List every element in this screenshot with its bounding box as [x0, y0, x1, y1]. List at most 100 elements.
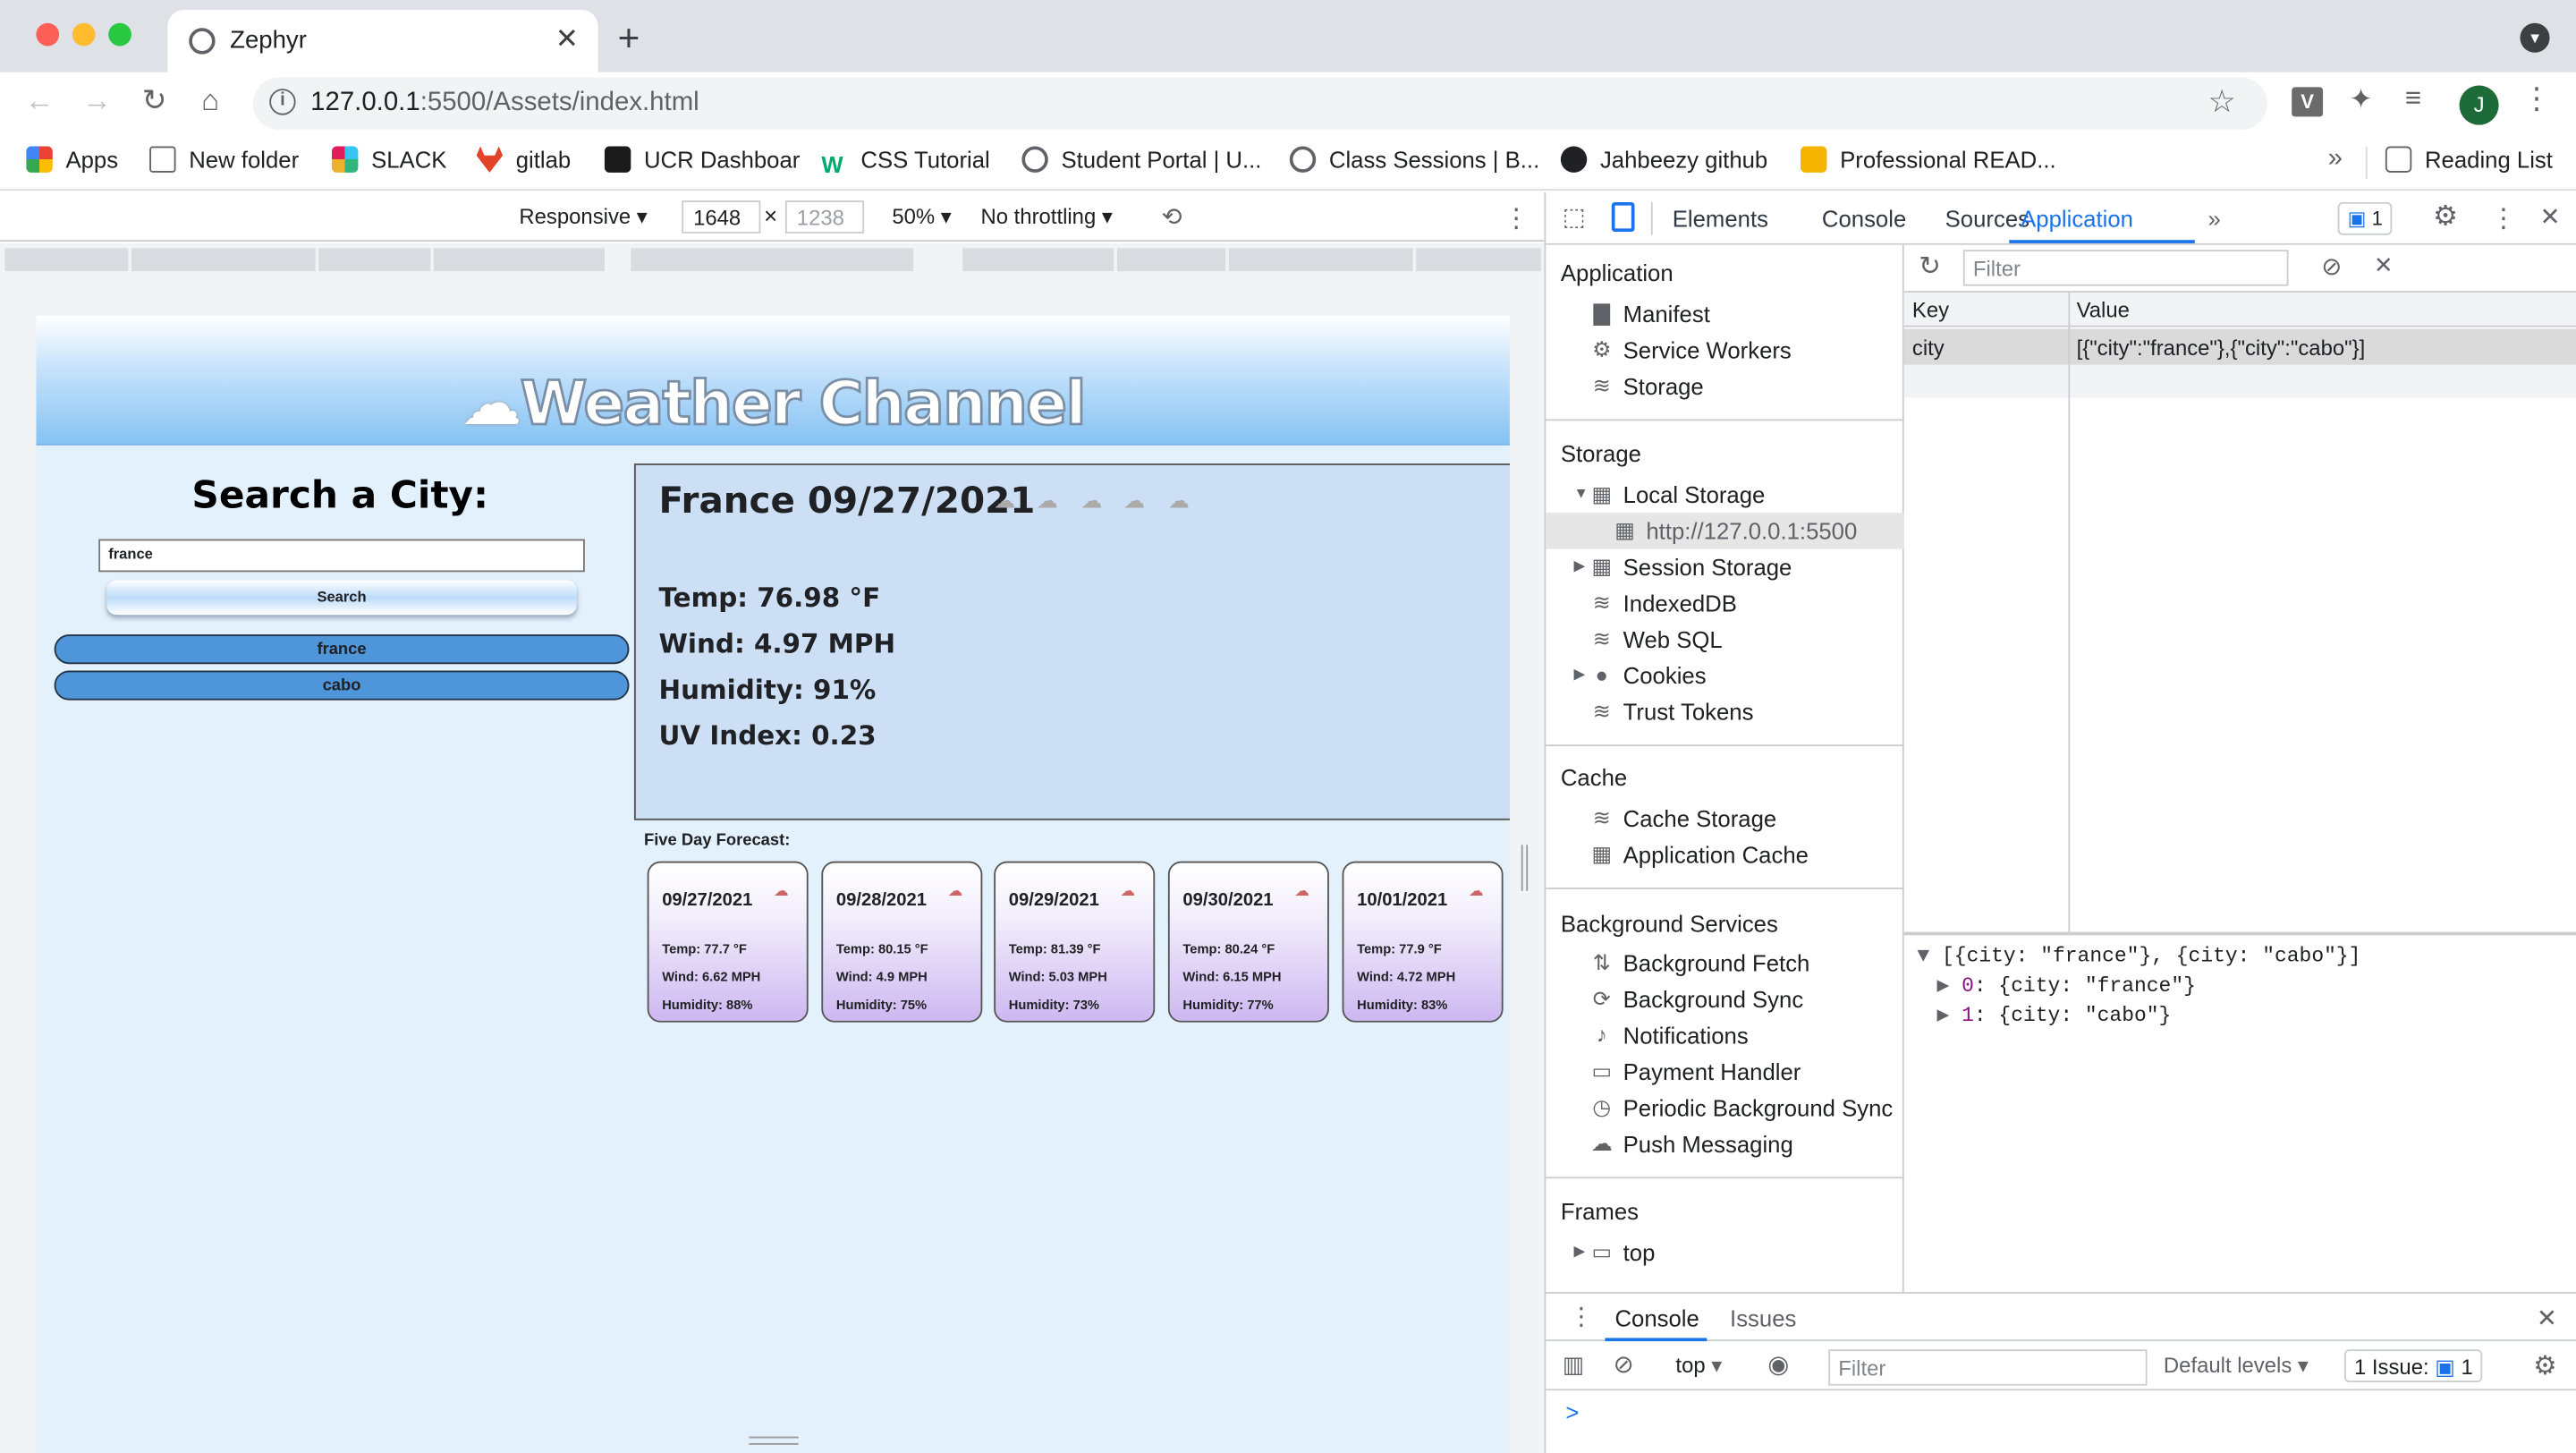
bookmark-student-portal[interactable]: Student Portal | U...: [1021, 146, 1261, 173]
zoom-select[interactable]: 50% ▾: [892, 204, 951, 230]
settings-gear-icon[interactable]: ⚙: [2433, 200, 2458, 234]
expanded-triangle-icon: ▼: [1917, 945, 1943, 969]
preview-item-1[interactable]: ▶ 1: {city: "cabo"}: [1917, 1001, 2360, 1027]
column-header-value[interactable]: Value: [2077, 298, 2130, 323]
sidebar-item-notifications[interactable]: ♪ Notifications: [1597, 1023, 1749, 1049]
sidebar-item-frame-top[interactable]: ▶ ▭ top: [1574, 1239, 1656, 1265]
console-filter-input[interactable]: Filter: [1828, 1349, 2148, 1386]
bookmark-new-folder[interactable]: New folder: [149, 146, 299, 173]
sidebar-item-indexeddb[interactable]: ≋ IndexedDB: [1593, 591, 1737, 616]
drawer-tab-console[interactable]: Console: [1614, 1305, 1699, 1331]
sidebar-item-application-cache[interactable]: ▦ Application Cache: [1591, 842, 1808, 868]
storage-filter-input[interactable]: Filter: [1962, 250, 2289, 286]
extensions-puzzle-icon[interactable]: ✦: [2349, 84, 2372, 117]
log-levels-select[interactable]: Default levels ▾: [2164, 1353, 2309, 1379]
profile-avatar[interactable]: J: [2459, 85, 2499, 125]
tab-elements[interactable]: Elements: [1673, 206, 1768, 232]
minimize-window-button[interactable]: [72, 22, 96, 47]
github-icon: [1560, 146, 1588, 173]
extension-v-icon[interactable]: V: [2292, 87, 2324, 117]
close-devtools-icon[interactable]: ✕: [2540, 202, 2561, 232]
preview-item-0[interactable]: ▶ 0: {city: "france"}: [1917, 972, 2360, 998]
sidebar-item-background-fetch[interactable]: ⇅ Background Fetch: [1593, 950, 1810, 976]
table-row[interactable]: city [{"city":"france"},{"city":"cabo"}]: [1903, 328, 2576, 365]
sidebar-item-trust-tokens[interactable]: ≋ Trust Tokens: [1593, 699, 1754, 725]
sidebar-item-session-storage[interactable]: ▶ ▦ Session Storage: [1574, 554, 1792, 580]
close-window-button[interactable]: [36, 22, 60, 47]
rotate-icon[interactable]: ⟲: [1162, 202, 1182, 232]
bookmark-github[interactable]: Jahbeezy github: [1560, 146, 1767, 173]
preview-summary[interactable]: ▼ [{city: "france"}, {city: "cabo"}]: [1917, 945, 2360, 968]
tab-console[interactable]: Console: [1822, 206, 1906, 232]
sidebar-item-local-origin[interactable]: ▦ http://127.0.0.1:5500: [1614, 518, 1857, 544]
bookmarks-overflow-icon[interactable]: »: [2328, 145, 2343, 174]
sidebar-item-cache-storage[interactable]: ≋ Cache Storage: [1593, 805, 1776, 831]
history-button-cabo[interactable]: cabo: [54, 670, 630, 701]
sidebar-item-web-sql[interactable]: ≋ Web SQL: [1593, 626, 1723, 652]
throttling-select[interactable]: No throttling ▾: [981, 204, 1113, 230]
home-icon[interactable]: ⌂: [192, 84, 228, 119]
bookmark-slack[interactable]: SLACK: [332, 146, 446, 173]
delete-selected-icon[interactable]: ✕: [2374, 251, 2394, 279]
site-info-icon[interactable]: i: [269, 89, 296, 115]
refresh-icon[interactable]: ↻: [1919, 250, 1941, 283]
sidebar-item-service-workers[interactable]: ⚙ Service Workers: [1592, 337, 1792, 363]
city-search-input[interactable]: france: [98, 539, 585, 573]
clear-console-icon[interactable]: ⊘: [1614, 1349, 1634, 1379]
devtools-menu-icon[interactable]: ⋮: [2490, 202, 2516, 235]
eye-icon[interactable]: ◉: [1767, 1349, 1789, 1379]
back-arrow-icon[interactable]: ←: [21, 84, 57, 119]
sidebar-item-cookies[interactable]: ▶ ● Cookies: [1574, 662, 1707, 688]
address-bar[interactable]: i 127.0.0.1:5500/Assets/index.html ☆: [252, 77, 2267, 131]
browser-tab[interactable]: Zephyr ✕: [167, 10, 598, 72]
console-prompt[interactable]: >: [1565, 1398, 1579, 1424]
viewport-bottom-resize-handle[interactable]: [749, 1436, 799, 1445]
bookmark-apps[interactable]: Apps: [26, 146, 118, 173]
viewport-height-input[interactable]: 1238: [784, 200, 865, 234]
tab-sources[interactable]: Sources: [1945, 206, 2029, 232]
viewport-resize-handle[interactable]: [1521, 845, 1529, 891]
sidebar-item-local-storage[interactable]: ▼ ▦ Local Storage: [1574, 481, 1766, 507]
bookmark-css-tutorial[interactable]: W CSS Tutorial: [821, 147, 989, 178]
tab-application[interactable]: Application: [2021, 206, 2133, 232]
bookmark-class-sessions[interactable]: Class Sessions | B...: [1289, 146, 1539, 173]
bookmark-star-icon[interactable]: ☆: [2208, 84, 2236, 122]
bookmark-ucr[interactable]: UCR Dashboar: [604, 146, 800, 173]
console-issues-badge[interactable]: 1 Issue: ▣ 1: [2343, 1349, 2483, 1383]
sidebar-item-background-sync[interactable]: ⟳ Background Sync: [1593, 986, 1803, 1012]
bookmark-readme[interactable]: Professional READ...: [1801, 146, 2056, 173]
chrome-menu-icon[interactable]: ⋮: [2521, 82, 2551, 117]
clear-all-icon[interactable]: ⊘: [2321, 251, 2342, 281]
search-button[interactable]: Search: [106, 580, 577, 616]
reload-icon[interactable]: ↻: [136, 84, 172, 119]
more-tabs-icon[interactable]: »: [2208, 206, 2221, 232]
drawer-tab-issues[interactable]: Issues: [1730, 1305, 1796, 1331]
forward-arrow-icon[interactable]: →: [79, 84, 114, 119]
sidebar-item-push-messaging[interactable]: ☁ Push Messaging: [1591, 1131, 1793, 1157]
device-more-icon[interactable]: ⋮: [1504, 202, 1530, 235]
sidebar-item-manifest[interactable]: ▇ Manifest: [1594, 301, 1710, 327]
maximize-window-button[interactable]: [108, 22, 131, 47]
history-button-france[interactable]: france: [54, 634, 630, 665]
device-mode-select[interactable]: Responsive ▾: [519, 204, 647, 230]
viewport-width-input[interactable]: 1648: [682, 200, 761, 234]
column-header-key[interactable]: Key: [1912, 298, 1949, 323]
reading-list-button[interactable]: Reading List: [2385, 146, 2553, 173]
sidebar-toggle-icon[interactable]: ▥: [1563, 1351, 1584, 1379]
device-toggle-icon[interactable]: [1611, 201, 1635, 233]
pane-splitter[interactable]: [1903, 931, 2576, 936]
tab-search-icon[interactable]: ▼: [2520, 22, 2550, 53]
media-queue-icon[interactable]: ≡: [2405, 82, 2421, 115]
sidebar-item-storage[interactable]: ≋ Storage: [1593, 373, 1704, 399]
close-tab-icon[interactable]: ✕: [555, 23, 579, 56]
drawer-menu-icon[interactable]: ⋮: [1569, 1302, 1594, 1331]
inspect-element-icon[interactable]: ⬚: [1563, 202, 1586, 232]
close-drawer-icon[interactable]: ✕: [2537, 1304, 2557, 1333]
bookmark-gitlab[interactable]: gitlab: [476, 146, 571, 173]
new-tab-button[interactable]: +: [618, 16, 640, 61]
issues-badge[interactable]: ▣ 1: [2337, 201, 2393, 235]
sidebar-item-periodic-sync[interactable]: ◷ Periodic Background Sync: [1592, 1095, 1893, 1121]
context-select[interactable]: top ▾: [1675, 1353, 1722, 1379]
sidebar-item-payment-handler[interactable]: ▭ Payment Handler: [1591, 1058, 1801, 1084]
console-settings-gear-icon[interactable]: ⚙: [2533, 1349, 2556, 1382]
